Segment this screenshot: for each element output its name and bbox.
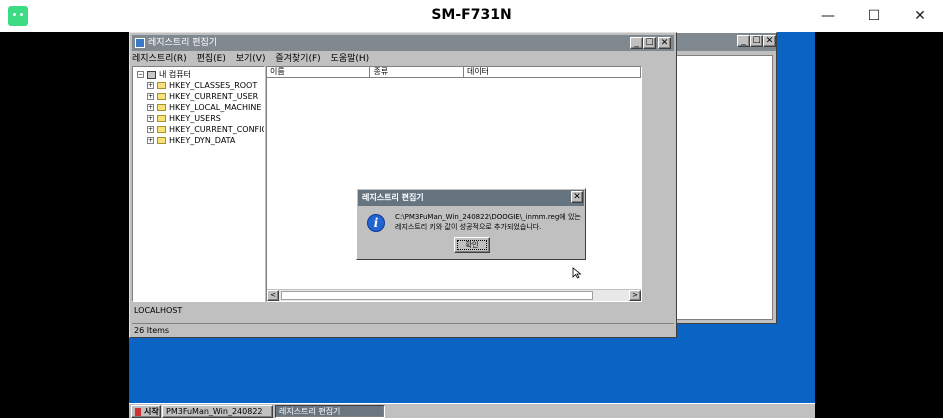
registry-editor-title: 레지스트리 편집기 (148, 38, 218, 48)
collapse-icon[interactable]: − (137, 71, 144, 78)
expand-icon[interactable]: + (147, 93, 154, 100)
column-header-data[interactable]: 데이터 (463, 67, 641, 78)
maximize-button[interactable]: ☐ (643, 37, 656, 49)
tree-item-users[interactable]: + HKEY_USERS (147, 113, 221, 124)
status-items-label: 26 Items (134, 326, 170, 335)
tree-root-label: 내 컴퓨터 (159, 70, 191, 79)
background-minimize-button[interactable]: _ (737, 35, 750, 47)
host-title: SM-F731N (431, 7, 512, 23)
tree-item-label: HKEY_DYN_DATA (169, 136, 236, 145)
status-item-count: 26 Items (132, 323, 674, 337)
scroll-left-icon[interactable]: < (267, 290, 279, 301)
registry-editor-window: 레지스트리 편집기 _ ☐ ✕ 레지스트리(R) 편집(E) 보기(V) 즐겨찾… (129, 32, 677, 338)
host-maximize-button[interactable]: ☐ (851, 0, 897, 32)
expand-icon[interactable]: + (147, 137, 154, 144)
folder-icon (157, 82, 166, 89)
status-host: LOCALHOST (134, 306, 183, 315)
tree-item-dyn-data[interactable]: + HKEY_DYN_DATA (147, 135, 235, 146)
host-close-button[interactable]: ✕ (897, 0, 943, 32)
tree-item-local-machine[interactable]: + HKEY_LOCAL_MACHINE (147, 102, 261, 113)
close-button[interactable]: ✕ (658, 37, 671, 49)
tree-item-label: HKEY_CURRENT_CONFIG (169, 125, 265, 134)
tree-item-label: HKEY_CURRENT_USER (169, 92, 259, 101)
tree-item-classes-root[interactable]: + HKEY_CLASSES_ROOT (147, 80, 257, 91)
taskbar: 시작 PM3FuMan_Win_240822 레지스트리 편집기 (129, 403, 815, 418)
import-success-dialog: 레지스트리 편집기 ✕ i C:\PM3FuMan_Win_240822\DOO… (356, 188, 586, 260)
menu-edit[interactable]: 편집(E) (197, 54, 226, 64)
device-screen: _ ☐ ✕ 레지스트리 편집기 _ ☐ ✕ 레지스트리(R) 편집(E) 보기(… (129, 32, 815, 418)
host-minimize-button[interactable]: — (805, 0, 851, 32)
background-close-button[interactable]: ✕ (763, 35, 776, 47)
folder-icon (157, 137, 166, 144)
expand-icon[interactable]: + (147, 82, 154, 89)
host-titlebar: SM-F731N — ☐ ✕ (0, 0, 943, 32)
minimize-button[interactable]: _ (630, 37, 643, 49)
column-header-type[interactable]: 종류 (370, 67, 464, 78)
dialog-title: 레지스트리 편집기 (362, 193, 424, 202)
scroll-thumb[interactable] (281, 291, 593, 300)
menu-registry[interactable]: 레지스트리(R) (132, 54, 187, 64)
tree-item-current-user[interactable]: + HKEY_CURRENT_USER (147, 91, 258, 102)
tree-root-my-computer[interactable]: − 내 컴퓨터 (137, 69, 191, 80)
start-flag-icon (135, 408, 141, 416)
expand-icon[interactable]: + (147, 115, 154, 122)
tree-item-label: HKEY_USERS (169, 114, 221, 123)
computer-icon (147, 70, 156, 79)
folder-icon (157, 104, 166, 111)
dialog-close-button[interactable]: ✕ (571, 191, 583, 203)
expand-icon[interactable]: + (147, 126, 154, 133)
tree-pane[interactable]: − 내 컴퓨터 + HKEY_CLASSES_ROOT + HKEY_CURRE… (132, 66, 265, 302)
expand-icon[interactable]: + (147, 104, 154, 111)
start-label: 시작 (144, 407, 159, 416)
tree-item-label: HKEY_LOCAL_MACHINE (169, 103, 262, 112)
info-icon: i (367, 214, 385, 232)
taskbar-item-pm3fuman[interactable]: PM3FuMan_Win_240822 (162, 405, 273, 418)
dialog-message: C:\PM3FuMan_Win_240822\DOOGIE\_inmm.reg에… (395, 213, 581, 231)
registry-app-icon (135, 38, 145, 48)
menubar: 레지스트리(R) 편집(E) 보기(V) 즐겨찾기(F) 도움말(H) (132, 52, 376, 66)
values-list-pane[interactable]: 이름 종류 데이터 < > (266, 66, 642, 302)
horizontal-scrollbar[interactable]: < > (267, 289, 641, 301)
folder-icon (157, 93, 166, 100)
folder-icon (157, 126, 166, 133)
taskbar-item-registry-editor[interactable]: 레지스트리 편집기 (275, 405, 385, 418)
registry-editor-caption[interactable]: 레지스트리 편집기 _ ☐ ✕ (132, 35, 674, 51)
background-maximize-button[interactable]: ☐ (750, 35, 763, 47)
folder-icon (157, 115, 166, 122)
mouse-cursor-icon (572, 267, 582, 279)
scroll-right-icon[interactable]: > (629, 290, 641, 301)
start-button[interactable]: 시작 (131, 405, 161, 418)
menu-favorites[interactable]: 즐겨찾기(F) (275, 54, 320, 64)
ok-button[interactable]: 확인 (454, 237, 490, 253)
dialog-caption[interactable]: 레지스트리 편집기 (358, 190, 584, 206)
menu-view[interactable]: 보기(V) (236, 54, 266, 64)
column-header-name[interactable]: 이름 (267, 67, 371, 78)
list-header: 이름 종류 데이터 (267, 67, 641, 78)
menu-help[interactable]: 도움말(H) (331, 54, 370, 64)
tree-item-label: HKEY_CLASSES_ROOT (169, 81, 258, 90)
tree-item-current-config[interactable]: + HKEY_CURRENT_CONFIG (147, 124, 265, 135)
